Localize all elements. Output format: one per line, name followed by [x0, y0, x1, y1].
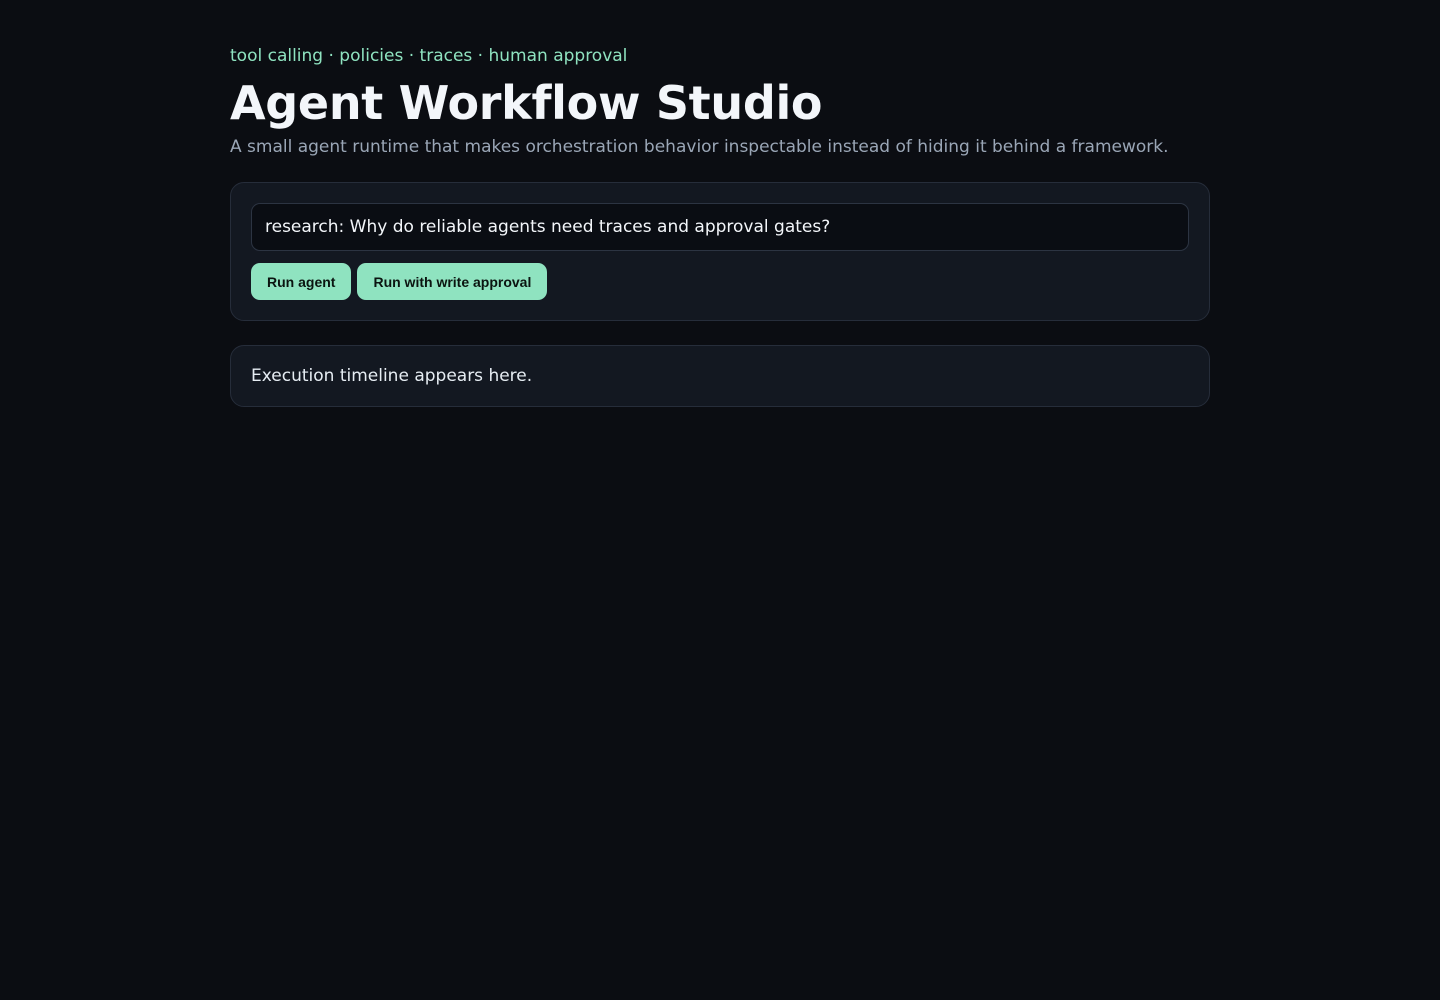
run-agent-button[interactable]: Run agent: [251, 263, 352, 300]
timeline-placeholder: Execution timeline appears here.: [251, 366, 533, 386]
composer-card: Run agent Run with write approval: [230, 182, 1210, 321]
action-buttons: Run agent Run with write approval: [251, 263, 548, 300]
prompt-input[interactable]: [251, 203, 1189, 251]
run-with-approval-button[interactable]: Run with write approval: [357, 263, 548, 300]
page-subtitle: A small agent runtime that makes orchest…: [230, 137, 1169, 157]
feature-tagline: tool calling · policies · traces · human…: [230, 46, 628, 66]
timeline-card: Execution timeline appears here.: [230, 345, 1210, 407]
page-title: Agent Workflow Studio: [230, 76, 823, 130]
